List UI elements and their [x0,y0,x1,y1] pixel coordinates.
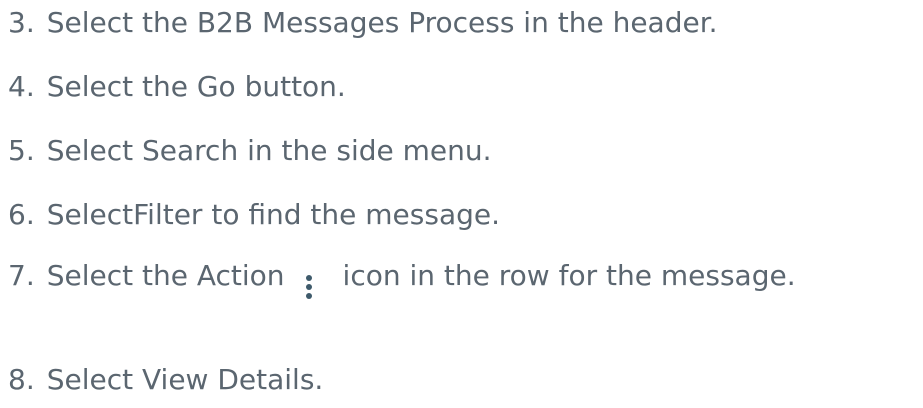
step-number: 4. [8,70,35,103]
step-text: SelectFilter to find the message. [46,198,500,231]
step-text: Select Search in the side menu. [46,134,492,167]
step-number: 5. [8,134,35,167]
icon-dot [305,293,312,299]
step-number: 3. [8,6,35,39]
step-5: 5. Select Search in the side menu. [8,133,492,169]
step-number: 7. [8,259,35,292]
step-8: 8. Select View Details. [8,362,323,398]
step-text: Select the B2B Messages Process in the h… [46,6,718,39]
icon-dot [305,284,312,290]
step-6: 6. SelectFilter to find the message. [8,197,500,233]
step-number: 6. [8,198,35,231]
icon-dot [305,275,312,281]
step-text-before-icon: Select the Action [46,259,285,292]
step-4: 4. Select the Go button. [8,69,346,105]
step-text: Select View Details. [46,363,324,396]
step-text-after-icon: icon in the row for the message. [342,259,796,292]
step-7: 7. Select the Action icon in the row for t… [8,258,796,299]
step-text: Select the Go button. [46,70,346,103]
step-number: 8. [8,363,35,396]
more-vertical-icon [305,275,313,299]
step-3: 3. Select the B2B Messages Process in the… [8,5,718,41]
